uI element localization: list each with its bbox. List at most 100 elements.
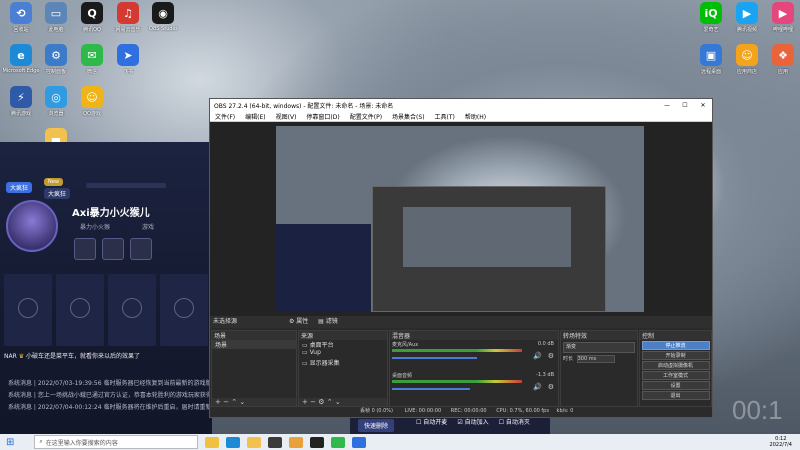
wechat-taskbar-icon[interactable]	[331, 436, 346, 448]
desktop-shortcut[interactable]: ⚙ 控制面板	[37, 44, 75, 75]
desktop-shortcut[interactable]: ❖ 应用	[764, 44, 800, 75]
game-taskbar-icon[interactable]	[289, 436, 304, 448]
source-item[interactable]: ▭ Vup	[299, 349, 387, 358]
task-view-icon[interactable]	[205, 436, 220, 448]
toggle-auto-join[interactable]: ☑ 自动加入	[457, 417, 488, 426]
duration-input[interactable]: 300 ms	[576, 355, 615, 363]
mixer-dock: 混音器 麦克风/Aux 0.0 dB 🔊 ⚙ 桌面音频 -1.3 dB 🔊 ⚙	[389, 330, 559, 408]
close-icon[interactable]: ✕	[694, 102, 712, 109]
toggle-auto-mic[interactable]: ☐ 自动开麦	[416, 417, 447, 426]
start-recording-button[interactable]: 开始录制	[641, 351, 710, 360]
exit-button[interactable]: 退出	[641, 391, 710, 400]
medal-icon[interactable]	[130, 238, 152, 260]
shortcut-label: 回收站	[13, 27, 29, 33]
gear-icon[interactable]: ⚙	[548, 383, 554, 391]
desktop-shortcut[interactable]: ✉ 微信	[73, 44, 111, 75]
settings-button[interactable]: 设置	[641, 381, 710, 390]
transition-select[interactable]: 渐变	[563, 342, 635, 353]
source-label: 桌面平台	[309, 342, 334, 349]
desktop-shortcut[interactable]: iQ 爱奇艺	[692, 2, 730, 33]
preview-canvas[interactable]	[210, 122, 712, 316]
source-item[interactable]: ▭ 桌面平台	[299, 340, 387, 349]
desktop-shortcut[interactable]: ▣ 远程桌面	[692, 44, 730, 75]
add-icon[interactable]: +	[302, 398, 308, 406]
clock-date: 2022/7/4	[769, 442, 792, 448]
team-slot[interactable]	[160, 274, 208, 346]
desktop-shortcut[interactable]: ➤ 飞书	[109, 44, 147, 75]
gear-icon[interactable]: ⚙	[548, 352, 554, 360]
desktop-shortcut[interactable]: ▶ 哔哩哔哩	[764, 2, 800, 33]
avatar[interactable]	[6, 200, 58, 252]
up-icon[interactable]: ⌃	[327, 398, 333, 406]
down-icon[interactable]: ⌄	[239, 398, 245, 406]
desktop-shortcut[interactable]: ⟲ 回收站	[2, 2, 40, 33]
virtual-camera-button[interactable]: 启动虚拟摄像机	[641, 361, 710, 370]
maximize-icon[interactable]: ☐	[676, 102, 694, 109]
title-bar[interactable]: OBS 27.2.4 (64-bit, windows) - 配置文件: 未命名…	[210, 99, 712, 111]
desktop-shortcut[interactable]: ▶ 腾讯视频	[728, 2, 766, 33]
desktop-shortcut[interactable]: ⚡ 腾讯游戏	[2, 86, 40, 117]
desktop-shortcut[interactable]: Q 腾讯QQ	[73, 2, 111, 33]
properties-button[interactable]: ⚙ 属性	[289, 318, 308, 325]
menu-bar: 文件(F) 编辑(E) 视图(V) 停靠窗口(D) 配置文件(P) 场景集合(S) 工具(T…	[210, 111, 712, 122]
tab-quick-delete[interactable]: 快速删除	[358, 418, 395, 432]
desktop-shortcut[interactable]: ☺ 应用商店	[728, 44, 766, 75]
scene-item[interactable]: 场景	[212, 340, 296, 349]
obs-window[interactable]: OBS 27.2.4 (64-bit, windows) - 配置文件: 未命名…	[209, 98, 713, 418]
dropped-frames: 丢帧 0 (0.0%)	[360, 408, 393, 414]
feishu-taskbar-icon[interactable]	[352, 436, 367, 448]
gear-icon[interactable]: ⚙	[318, 398, 324, 406]
medal-icon[interactable]	[102, 238, 124, 260]
desktop-shortcut[interactable]: e Microsoft Edge	[2, 44, 40, 74]
team-slot[interactable]	[108, 274, 156, 346]
duration-row: 时长 300 ms	[561, 355, 637, 363]
source-item[interactable]: ▭ 显示器采集	[299, 358, 387, 367]
volume-meter	[392, 380, 522, 383]
add-icon[interactable]: +	[215, 398, 221, 406]
desktop-shortcut[interactable]: ◎ 浏览器	[37, 86, 75, 117]
desktop-shortcut[interactable]: ▭ 此电脑	[37, 2, 75, 33]
no-source-label: 未选择源	[213, 318, 238, 325]
qq-game-icon: ☺	[81, 86, 103, 108]
medal-icon[interactable]	[74, 238, 96, 260]
team-slot[interactable]	[56, 274, 104, 346]
menu-item[interactable]: 帮助(H)	[460, 112, 491, 121]
desktop-shortcut[interactable]: ☺ QQ游戏	[73, 86, 111, 117]
menu-item[interactable]: 视图(V)	[271, 112, 302, 121]
minimize-icon[interactable]: —	[658, 102, 676, 109]
edge-taskbar-icon[interactable]	[226, 436, 241, 448]
search-box[interactable]: ⌕ 在这里输入你要搜索的内容	[34, 435, 199, 449]
menu-item[interactable]: 工具(T)	[430, 112, 460, 121]
studio-mode-button[interactable]: 工作室模式	[641, 371, 710, 380]
remove-icon[interactable]: −	[310, 398, 316, 406]
tag-label: 大疯狂	[6, 182, 33, 193]
channel-name: 桌面音频	[392, 373, 413, 379]
down-icon[interactable]: ⌄	[335, 398, 341, 406]
menu-item[interactable]: 停靠窗口(D)	[301, 112, 344, 121]
toggle-auto-kill[interactable]: ☐ 自动消灭	[499, 417, 530, 426]
obs-taskbar-icon[interactable]	[310, 436, 325, 448]
team-slot[interactable]	[4, 274, 52, 346]
preview-nested-obs	[372, 186, 606, 312]
menu-item[interactable]: 编辑(E)	[240, 112, 270, 121]
explorer-taskbar-icon[interactable]	[247, 436, 262, 448]
status-bar: 丢帧 0 (0.0%) LIVE: 00:00:00 REC: 00:00:00…	[210, 406, 712, 417]
shortcut-label: 腾讯QQ	[83, 27, 101, 33]
speaker-icon[interactable]: 🔊	[533, 352, 542, 360]
stop-streaming-button[interactable]: 停止推流	[641, 341, 710, 350]
desktop-shortcut[interactable]: ♫ 网易云音乐	[109, 2, 147, 33]
speaker-icon[interactable]: 🔊	[533, 383, 542, 391]
menu-item[interactable]: 场景集合(S)	[387, 112, 430, 121]
volume-fader[interactable]	[392, 388, 470, 390]
menu-item[interactable]: 配置文件(P)	[345, 112, 387, 121]
remove-icon[interactable]: −	[223, 398, 229, 406]
up-icon[interactable]: ⌃	[231, 398, 237, 406]
system-clock[interactable]: 0:12 2022/7/4	[770, 436, 792, 448]
desktop-shortcut[interactable]: ◉ OBS Studio	[144, 2, 182, 32]
filters-button[interactable]: ▤ 滤镜	[318, 318, 338, 325]
iqiyi-icon: iQ	[700, 2, 722, 24]
volume-fader[interactable]	[392, 357, 477, 359]
menu-item[interactable]: 文件(F)	[210, 112, 240, 121]
app-taskbar-icon[interactable]	[268, 436, 283, 448]
start-icon[interactable]: ⊞	[6, 437, 14, 448]
